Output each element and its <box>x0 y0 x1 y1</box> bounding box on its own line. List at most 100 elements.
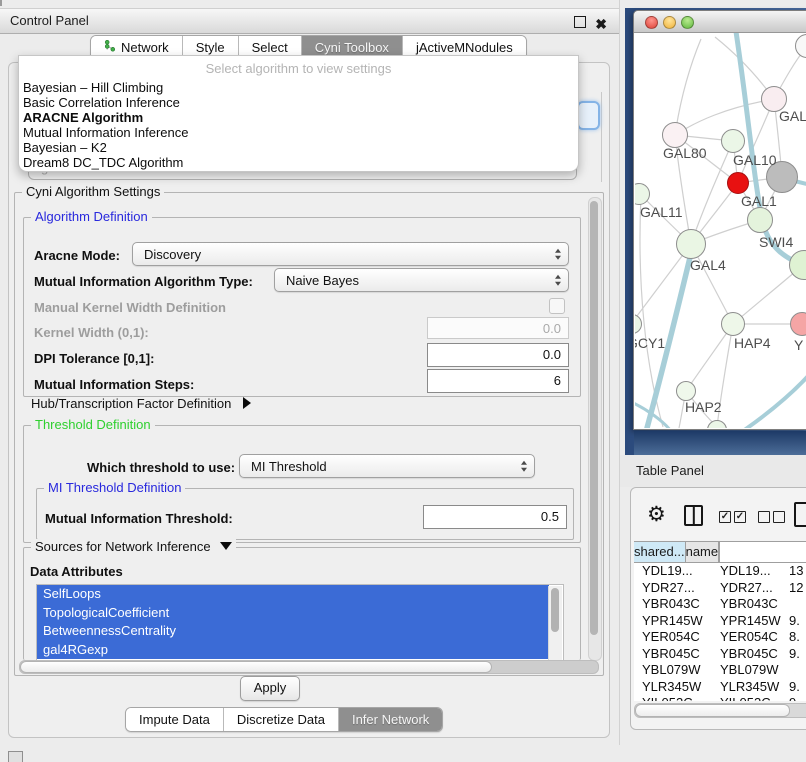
cell-name: YDR27... <box>712 580 786 597</box>
table-horizontal-scrollbar[interactable] <box>634 703 806 718</box>
expand-arrow-icon <box>243 397 251 409</box>
dropdown-placeholder: Select algorithm to view settings <box>19 60 578 80</box>
attribute-item[interactable]: TopologicalCoefficient <box>37 604 549 623</box>
attribute-item[interactable]: BetweennessCentrality <box>37 622 549 641</box>
panel-divider <box>619 0 620 745</box>
threshold-definition-title: Threshold Definition <box>31 417 155 432</box>
algorithm-option[interactable]: Dream8 DC_TDC Algorithm <box>19 155 578 170</box>
focused-combo-fragment[interactable] <box>577 101 600 130</box>
node-label: Y <box>794 337 803 353</box>
manual-kernel-checkbox[interactable] <box>549 298 565 314</box>
attributes-scrollbar[interactable] <box>548 586 562 660</box>
mi-threshold-input[interactable]: 0.5 <box>423 505 567 529</box>
cell-shared-name: YBL079W <box>634 662 712 679</box>
algorithm-option[interactable]: Bayesian – Hill Climbing <box>19 80 578 95</box>
select-all-icon[interactable]: ✓ <box>734 511 746 523</box>
cell-name: YER054C <box>712 629 786 646</box>
network-canvas[interactable]: GALGAL80GAL10GAL1GAL11SWI4GAL4GCY1HAP4YH… <box>635 33 806 428</box>
cell-shared-name: YLR345W <box>634 679 712 696</box>
float-window-icon[interactable] <box>574 16 586 28</box>
attribute-item[interactable]: SelfLoops <box>37 585 549 604</box>
cell-name: YBR043C <box>712 596 786 613</box>
bottom-tab[interactable]: Impute Data <box>126 708 224 731</box>
kernel-width-input[interactable]: 0.0 <box>427 317 569 339</box>
bottom-tab-label: Infer Network <box>352 708 429 731</box>
table-panel-titlebar: Table Panel <box>620 455 806 487</box>
table-row[interactable]: YLR345W YLR345W 9. <box>634 679 806 696</box>
deselect-all-icon[interactable] <box>758 511 770 523</box>
network-node[interactable] <box>721 312 745 336</box>
cell-shared-name: YIL052C <box>634 695 712 701</box>
network-node[interactable] <box>721 129 745 153</box>
sources-group: Sources for Network Inference Data Attri… <box>23 547 581 660</box>
stepper-arrows-icon <box>555 249 561 260</box>
table-row[interactable]: YPR145W YPR145W 9. <box>634 613 806 630</box>
bottom-tab[interactable]: Discretize Data <box>224 708 339 731</box>
hidden-group-border <box>601 92 602 182</box>
node-attribute-table: shared...name YDL19... YDL19... 13 YDR27… <box>634 541 806 701</box>
settings-gear-icon[interactable]: ⚙ <box>647 502 666 527</box>
bottom-tab[interactable]: Infer Network <box>339 708 442 731</box>
cell-name: YBL079W <box>712 662 786 679</box>
mi-type-value: Naive Bayes <box>286 273 359 288</box>
dpi-tolerance-input[interactable]: 0.0 <box>427 343 569 367</box>
aracne-mode-select[interactable]: Discovery <box>132 242 569 266</box>
attribute-item[interactable]: gal4RGexp <box>37 641 549 660</box>
algorithm-option[interactable]: Bayesian – K2 <box>19 140 578 155</box>
mi-threshold-group: MI Threshold Definition Mutual Informati… <box>36 488 574 540</box>
new-table-icon[interactable] <box>794 502 806 527</box>
deselect-all-icon[interactable] <box>773 511 785 523</box>
table-row[interactable]: YBL079W YBL079W <box>634 662 806 679</box>
mi-algorithm-type-select[interactable]: Naive Bayes <box>274 268 569 292</box>
network-node[interactable] <box>747 207 773 233</box>
table-header-row: shared...name <box>634 541 806 563</box>
zoom-traffic-light[interactable] <box>681 16 694 29</box>
split-columns-icon[interactable] <box>684 505 703 526</box>
column-header[interactable]: name <box>686 542 720 562</box>
node-label: GAL10 <box>733 152 777 168</box>
cell-shared-name: YBR043C <box>634 596 712 613</box>
manual-kernel-label: Manual Kernel Width Definition <box>34 300 226 315</box>
network-node[interactable] <box>727 172 749 194</box>
settings-horizontal-scrollbar[interactable] <box>19 660 599 674</box>
cell-extra: 13 <box>786 563 806 580</box>
mi-steps-input[interactable]: 6 <box>427 369 569 393</box>
select-all-icon[interactable]: ✓ <box>719 511 731 523</box>
cell-extra: 9. <box>786 646 806 663</box>
which-threshold-select[interactable]: MI Threshold <box>239 454 535 478</box>
table-row[interactable]: YER054C YER054C 8. <box>634 629 806 646</box>
table-panel-title: Table Panel <box>636 463 704 478</box>
network-window-titlebar[interactable] <box>634 11 806 33</box>
node-label: GAL1 <box>741 193 777 209</box>
table-row[interactable]: YBR045C YBR045C 9. <box>634 646 806 663</box>
table-row[interactable]: YIL052C YIL052C 9 <box>634 695 806 701</box>
scrollbar-thumb[interactable] <box>551 588 559 632</box>
scrollbar-thumb[interactable] <box>635 704 790 717</box>
network-node[interactable] <box>676 381 696 401</box>
algorithm-option[interactable]: Basic Correlation Inference <box>19 95 578 110</box>
mi-threshold-title: MI Threshold Definition <box>44 480 185 495</box>
bottom-left-partial-icon[interactable] <box>8 751 23 762</box>
column-header[interactable] <box>719 542 720 562</box>
table-body: YDL19... YDL19... 13 YDR27... YDR27... 1… <box>634 563 806 701</box>
close-traffic-light[interactable] <box>645 16 658 29</box>
cell-shared-name: YPR145W <box>634 613 712 630</box>
table-row[interactable]: YDR27... YDR27... 12 <box>634 580 806 597</box>
algorithm-option[interactable]: ARACNE Algorithm <box>19 110 578 125</box>
apply-button[interactable]: Apply <box>240 676 300 701</box>
network-node[interactable] <box>676 229 706 259</box>
sources-title[interactable]: Sources for Network Inference <box>31 539 236 554</box>
column-header[interactable]: shared... <box>634 542 686 562</box>
settings-vertical-scrollbar[interactable] <box>588 197 602 661</box>
cell-shared-name: YBR045C <box>634 646 712 663</box>
which-threshold-label: Which threshold to use: <box>87 460 235 475</box>
stepper-arrows-icon <box>521 461 527 472</box>
table-row[interactable]: YDL19... YDL19... 13 <box>634 563 806 580</box>
table-row[interactable]: YBR043C YBR043C <box>634 596 806 613</box>
close-icon[interactable]: ✖ <box>595 12 607 36</box>
algorithm-option[interactable]: Mutual Information Inference <box>19 125 578 140</box>
scrollbar-thumb[interactable] <box>20 661 492 673</box>
hub-definition-toggle[interactable]: Hub/Transcription Factor Definition <box>31 396 251 411</box>
scrollbar-thumb[interactable] <box>590 201 598 635</box>
minimize-traffic-light[interactable] <box>663 16 676 29</box>
